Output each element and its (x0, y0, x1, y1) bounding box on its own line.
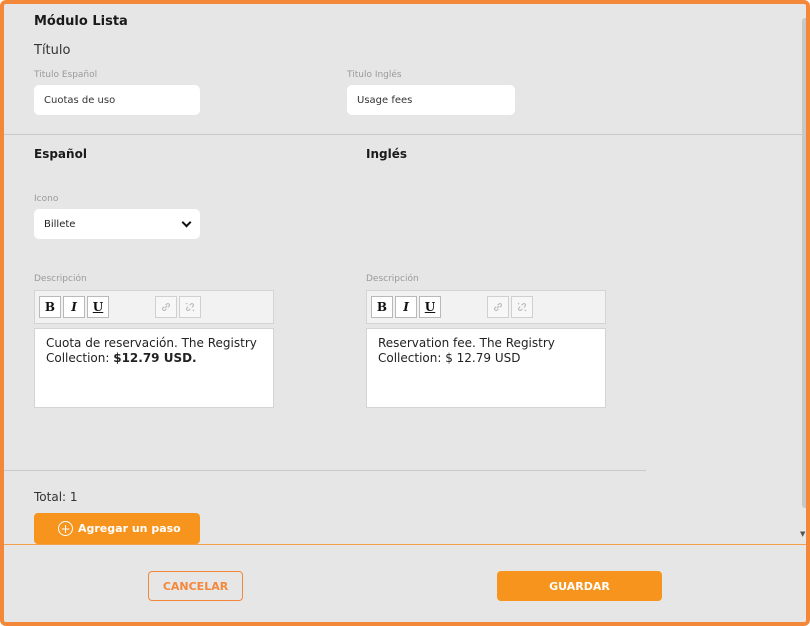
spanish-column-title: Español (34, 147, 87, 161)
unlink-icon[interactable] (179, 296, 201, 318)
bold-button[interactable]: B (39, 296, 61, 318)
chevron-down-icon (181, 217, 192, 227)
spanish-title-input[interactable] (34, 85, 200, 115)
english-description-editor[interactable]: Reservation fee. The Registry Collection… (366, 328, 606, 408)
module-title: Módulo Lista (34, 14, 128, 29)
divider-top (4, 134, 802, 135)
italic-button[interactable]: I (395, 296, 417, 318)
plus-circle-icon: + (58, 521, 73, 536)
english-title-label: Titulo Inglés (347, 70, 402, 80)
modal-frame: Módulo Lista Título Titulo Español Titul… (0, 0, 810, 626)
spanish-description-editor[interactable]: Cuota de reservación. The Registry Colle… (34, 328, 274, 408)
english-column-title: Inglés (366, 147, 407, 161)
link-icon[interactable] (155, 296, 177, 318)
icon-select-value: Billete (44, 218, 76, 230)
unlink-icon[interactable] (511, 296, 533, 318)
total-count: Total: 1 (34, 490, 78, 504)
underline-button[interactable]: U (87, 296, 109, 318)
italic-button[interactable]: I (63, 296, 85, 318)
spanish-description-label: Descripción (34, 274, 87, 284)
bold-button[interactable]: B (371, 296, 393, 318)
english-description-label: Descripción (366, 274, 419, 284)
footer-divider (4, 544, 806, 545)
divider-bottom (4, 470, 646, 471)
add-step-label: Agregar un paso (78, 522, 181, 535)
scroll-down-arrow-icon[interactable]: ▼ (800, 530, 805, 538)
english-description-text: Reservation fee. The Registry Collection… (378, 336, 555, 365)
link-icon[interactable] (487, 296, 509, 318)
spanish-description-price: $12.79 USD. (113, 351, 197, 365)
add-step-button[interactable]: + Agregar un paso (34, 513, 200, 544)
title-section-heading: Título (34, 43, 71, 58)
english-editor-toolbar: B I U (366, 290, 606, 324)
spanish-editor-toolbar: B I U (34, 290, 274, 324)
icon-select[interactable]: Billete (34, 209, 200, 239)
modal-content: Módulo Lista Título Titulo Español Titul… (4, 4, 802, 544)
icon-label: Icono (34, 194, 59, 204)
spanish-title-label: Titulo Español (34, 70, 98, 80)
underline-button[interactable]: U (419, 296, 441, 318)
scrollbar[interactable] (802, 18, 806, 508)
save-button[interactable]: GUARDAR (497, 571, 662, 601)
english-title-input[interactable] (347, 85, 515, 115)
cancel-button[interactable]: CANCELAR (148, 571, 243, 601)
